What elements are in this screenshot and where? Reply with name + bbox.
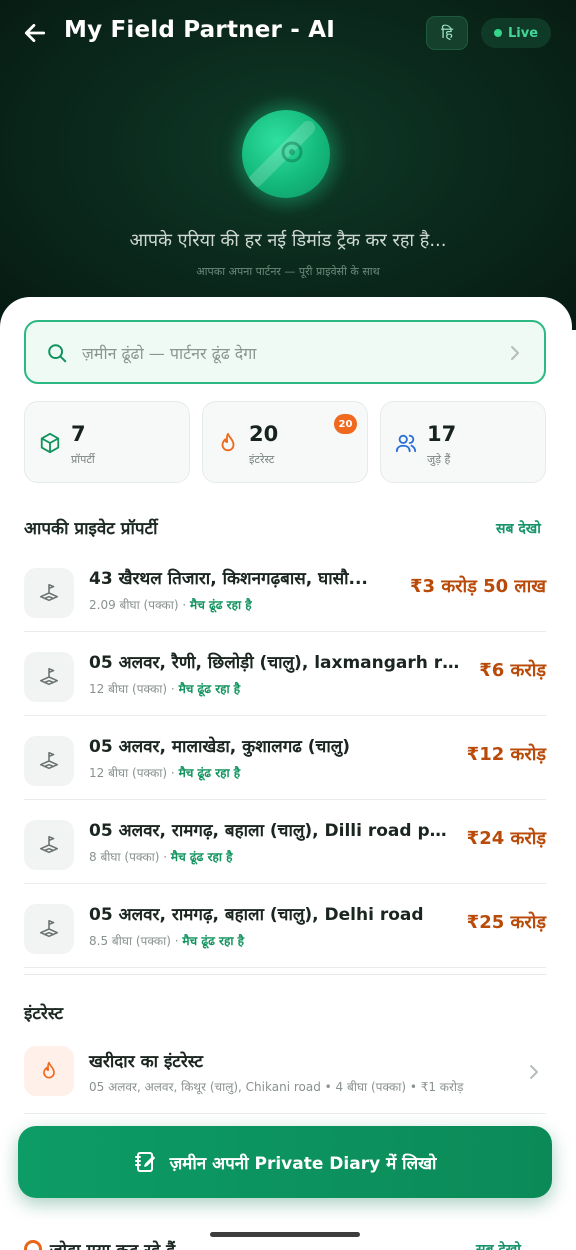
property-price: ₹12 करोड़ bbox=[466, 744, 546, 765]
stat-label: प्रॉपर्टी bbox=[71, 453, 95, 466]
property-area: 2.09 बीघा (पक्का) bbox=[89, 598, 179, 612]
property-price: ₹3 करोड़ 50 लाख bbox=[410, 576, 546, 597]
match-status: मैच ढूंढ रहा है bbox=[182, 934, 244, 948]
stat-label: जुड़े हैं bbox=[427, 453, 451, 466]
notebook-pen-icon bbox=[134, 1152, 155, 1172]
hero-subtext: आपका अपना पार्टनर — पूरी प्राइवेसी के सा… bbox=[196, 265, 380, 278]
ai-orb-icon bbox=[242, 110, 330, 198]
next-section-title: जोड़ा गया कद रहे हैं bbox=[50, 1238, 175, 1250]
live-dot-icon bbox=[493, 29, 502, 37]
land-plot-icon bbox=[24, 568, 74, 618]
property-meta: 12 बीघा (पक्का) · मैच ढूंढ रहा है bbox=[89, 682, 241, 696]
box-icon bbox=[40, 432, 60, 454]
land-plot-icon bbox=[24, 904, 74, 954]
stat-value: 7 bbox=[71, 422, 86, 446]
property-price: ₹24 करोड़ bbox=[466, 828, 546, 849]
flame-icon bbox=[221, 432, 235, 452]
live-status-badge: Live bbox=[481, 18, 551, 48]
property-list-item[interactable]: 05 अलवर, रामगढ़, बहाला (चालु), Delhi roa… bbox=[24, 884, 546, 968]
stat-value: 20 bbox=[249, 422, 279, 446]
interest-detail: 05 अलवर, अलवर, किथूर (चालु), Chikani roa… bbox=[89, 1080, 464, 1094]
property-meta: 8 बीघा (पक्का) · मैच ढूंढ रहा है bbox=[89, 850, 233, 864]
property-price: ₹25 करोड़ bbox=[466, 912, 546, 933]
page-title: My Field Partner - AI bbox=[64, 17, 335, 43]
property-list-item[interactable]: 05 अलवर, रैणी, छिलोड़ी (चालु), laxmangar… bbox=[24, 632, 546, 716]
interest-section-title: इंटरेस्ट bbox=[24, 1004, 64, 1024]
chevron-right-icon bbox=[511, 346, 519, 360]
notification-badge: 20 bbox=[334, 414, 357, 434]
property-meta: 12 बीघा (पक्का) · मैच ढूंढ रहा है bbox=[89, 766, 241, 780]
live-label: Live bbox=[507, 25, 539, 41]
search-placeholder: ज़मीन ढूंढो — पार्टनर ढूंढ देगा bbox=[82, 344, 257, 363]
match-status: मैच ढूंढ रहा है bbox=[170, 850, 233, 864]
land-plot-icon bbox=[24, 652, 74, 702]
property-title: 05 अलवर, रामगढ़, बहाला (चालु), Delhi roa… bbox=[89, 905, 424, 925]
interest-title: खरीदार का इंटरेस्ट bbox=[89, 1052, 203, 1072]
section-divider bbox=[24, 974, 546, 975]
see-all-properties-link[interactable]: सब देखो bbox=[496, 519, 541, 538]
match-status: मैच ढूंढ रहा है bbox=[190, 598, 252, 612]
users-icon bbox=[395, 434, 417, 453]
property-price: ₹6 करोड़ bbox=[479, 660, 546, 681]
stat-card-connected[interactable]: 17 जुड़े हैं bbox=[380, 401, 546, 483]
top-bar: My Field Partner - AI हि Live bbox=[0, 0, 576, 68]
cta-label: ज़मीन अपनी Private Diary में लिखो bbox=[169, 1153, 437, 1174]
property-title: 05 अलवर, मालाखेडा, कुशालगढ (चालु) bbox=[89, 737, 351, 757]
hero-tagline: आपके एरिया की हर नई डिमांड ट्रैक कर रहा … bbox=[129, 230, 447, 251]
properties-section-title: आपकी प्राइवेट प्रॉपर्टी bbox=[24, 519, 158, 539]
land-plot-icon bbox=[24, 736, 74, 786]
write-private-diary-button[interactable]: ज़मीन अपनी Private Diary में लिखो bbox=[18, 1126, 552, 1198]
chevron-right-icon bbox=[530, 1065, 538, 1079]
property-title: 05 अलवर, रामगढ़, बहाला (चालु), Dilli roa… bbox=[89, 821, 449, 841]
search-input[interactable]: ज़मीन ढूंढो — पार्टनर ढूंढ देगा bbox=[24, 320, 546, 384]
home-indicator bbox=[210, 1232, 360, 1237]
interest-list-item[interactable]: खरीदार का इंटरेस्ट 05 अलवर, अलवर, किथूर … bbox=[24, 1038, 546, 1114]
property-area: 12 बीघा (पक्का) bbox=[89, 766, 168, 780]
property-meta: 2.09 बीघा (पक्का) · मैच ढूंढ रहा है bbox=[89, 598, 252, 612]
property-title: 43 खैरथल तिजारा, किशनगढ़बास, घासौ... bbox=[89, 569, 368, 589]
arrow-left-icon bbox=[24, 24, 46, 42]
ai-orb bbox=[228, 96, 346, 214]
match-status: मैच ढूंढ रहा है bbox=[178, 682, 241, 696]
land-plot-icon bbox=[24, 820, 74, 870]
search-icon bbox=[48, 344, 67, 363]
see-all-next-link[interactable]: सब देखो bbox=[476, 1240, 521, 1250]
stat-card-interest[interactable]: 20 इंटरेस्ट 20 bbox=[202, 401, 368, 483]
flame-icon bbox=[24, 1046, 74, 1096]
stat-label: इंटरेस्ट bbox=[249, 453, 275, 466]
stat-value: 17 bbox=[427, 422, 457, 446]
property-title: 05 अलवर, रैणी, छिलोड़ी (चालु), laxmangar… bbox=[89, 653, 469, 673]
language-toggle-button[interactable]: हि bbox=[426, 16, 468, 50]
property-meta: 8.5 बीघा (पक्का) · मैच ढूंढ रहा है bbox=[89, 934, 244, 948]
stat-card-property[interactable]: 7 प्रॉपर्टी bbox=[24, 401, 190, 483]
property-area: 8 बीघा (पक्का) bbox=[89, 850, 160, 864]
property-list-item[interactable]: 05 अलवर, रामगढ़, बहाला (चालु), Dilli roa… bbox=[24, 800, 546, 884]
property-area: 8.5 बीघा (पक्का) bbox=[89, 934, 171, 948]
property-area: 12 बीघा (पक्का) bbox=[89, 682, 168, 696]
match-status: मैच ढूंढ रहा है bbox=[178, 766, 241, 780]
back-button[interactable] bbox=[18, 16, 52, 50]
property-list-item[interactable]: 43 खैरथल तिजारा, किशनगढ़बास, घासौ... 2.0… bbox=[24, 548, 546, 632]
property-list-item[interactable]: 05 अलवर, मालाखेडा, कुशालगढ (चालु) 12 बीघ… bbox=[24, 716, 546, 800]
